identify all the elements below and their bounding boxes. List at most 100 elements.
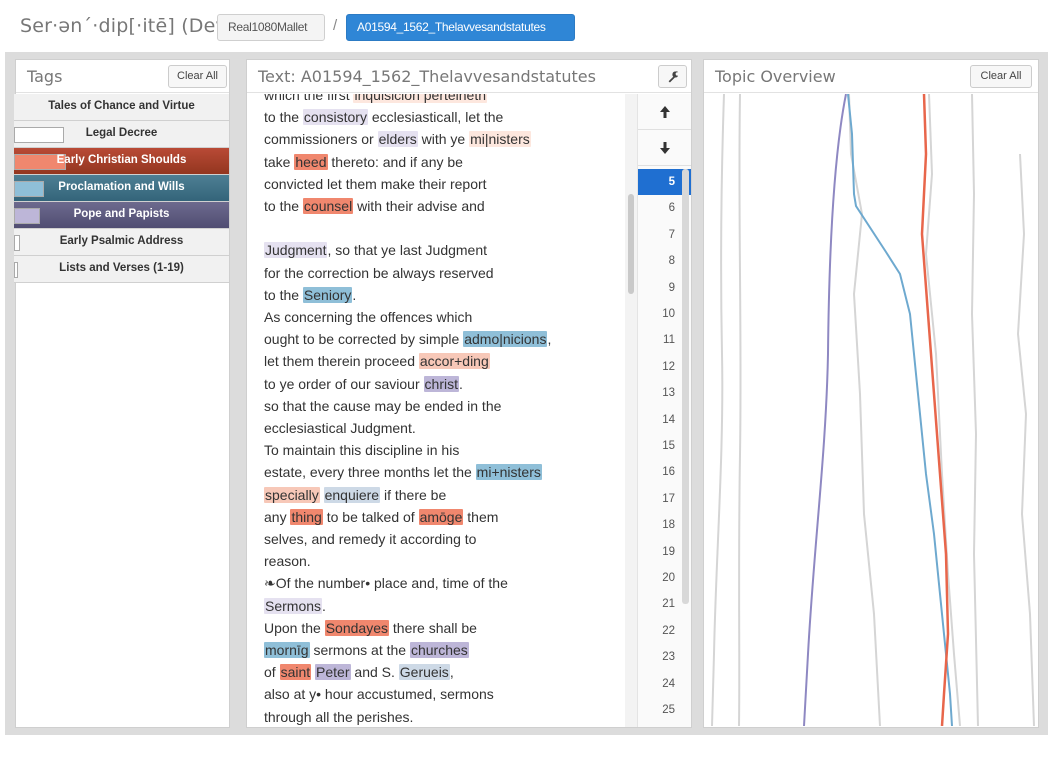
line-number[interactable]: 25 xyxy=(638,697,691,723)
text-span: sermons at the xyxy=(309,642,410,658)
workspace: Tags Clear All Tales of Chance and Virtu… xyxy=(5,52,1048,735)
text-span: . xyxy=(322,597,326,614)
text-settings-button[interactable] xyxy=(658,65,687,88)
highlighted-token[interactable]: admo|nicions xyxy=(463,331,548,348)
tags-panel-header: Tags Clear All xyxy=(16,60,229,93)
breadcrumb-corpus-button[interactable]: Real1080Mallet xyxy=(217,14,325,41)
highlighted-token[interactable]: mi+nisters xyxy=(475,464,542,481)
highlighted-token[interactable]: Sermons xyxy=(264,597,323,614)
topic-overview-chart[interactable] xyxy=(704,94,1038,726)
text-line: mornīg sermons at the churches xyxy=(264,639,469,661)
tag-item[interactable]: Lists and Verses (1-19) xyxy=(14,256,229,283)
tags-panel-title: Tags xyxy=(27,67,63,86)
highlighted-token[interactable]: Gerueis xyxy=(398,664,450,681)
tag-label: Proclamation and Wills xyxy=(58,181,185,193)
text-scrollbar[interactable] xyxy=(625,94,637,727)
tags-clear-all-button[interactable]: Clear All xyxy=(168,65,227,88)
line-number[interactable]: 22 xyxy=(638,618,691,644)
text-span: As concerning the offences which xyxy=(264,309,473,325)
text-span: if there be xyxy=(380,486,447,503)
tag-item[interactable]: Early Psalmic Address xyxy=(14,229,229,256)
scroll-up-button[interactable] xyxy=(638,94,691,130)
highlighted-token[interactable]: counsel xyxy=(302,198,354,214)
line-number[interactable]: 23 xyxy=(638,644,691,670)
text-span: To maintain this discipline in his xyxy=(264,442,460,459)
text-line: convicted let them make their report xyxy=(264,173,487,195)
text-span: and S. xyxy=(350,664,399,681)
highlighted-token[interactable]: churches xyxy=(409,642,469,658)
text-line: so that the cause may be ended in the xyxy=(264,395,501,417)
highlighted-token[interactable]: specially xyxy=(264,486,320,503)
highlighted-token[interactable]: elders xyxy=(377,131,418,148)
wrench-icon xyxy=(668,71,679,83)
text-span: any xyxy=(264,508,291,525)
tag-item[interactable]: Tales of Chance and Virtue xyxy=(14,94,229,121)
text-line: take heed thereto: and if any be xyxy=(264,151,463,173)
text-span: ecclesiasticall, let the xyxy=(367,109,504,126)
text-span: take xyxy=(264,153,295,170)
text-line: ecclesiastical Judgment. xyxy=(264,417,416,439)
grey-topic-line-2 xyxy=(738,94,742,726)
text-span: let them therein proceed xyxy=(264,353,419,370)
highlighted-token[interactable]: mornīg xyxy=(264,642,310,658)
grey-topic-line-6 xyxy=(970,94,979,726)
text-line: for the correction be always reserved xyxy=(264,262,494,284)
purple-topic-line xyxy=(803,94,847,726)
topic-clear-all-button[interactable]: Clear All xyxy=(970,65,1032,88)
tag-label: Early Christian Shoulds xyxy=(56,154,187,166)
highlighted-token[interactable]: enquiere xyxy=(323,486,381,503)
text-line: reason. xyxy=(264,550,311,572)
text-span: of xyxy=(264,664,280,681)
text-line: any thing to be talked of amōge them xyxy=(264,506,498,528)
scroll-down-button[interactable] xyxy=(638,130,691,166)
highlighted-token[interactable]: accor+ding xyxy=(418,353,490,370)
text-scrollbar-thumb[interactable] xyxy=(628,194,634,294)
breadcrumb-document-button[interactable]: A01594_1562_Thelavvesandstatutes xyxy=(346,14,575,41)
line-number[interactable]: 24 xyxy=(638,671,691,697)
text-span xyxy=(320,487,324,503)
text-span: which the first xyxy=(264,94,354,103)
highlighted-token[interactable]: Seniory xyxy=(302,286,353,303)
highlighted-token[interactable]: christ xyxy=(423,375,459,392)
text-line: also at y• hour accustumed, sermons xyxy=(264,683,494,705)
gutter-scrollbar[interactable] xyxy=(682,169,689,604)
tag-label: Pope and Papists xyxy=(73,208,170,220)
highlighted-token[interactable]: heed xyxy=(294,153,328,170)
text-span: reason. xyxy=(264,553,311,570)
text-span: to be talked of xyxy=(322,508,419,525)
grey-topic-line-5 xyxy=(1016,153,1035,726)
highlighted-token[interactable]: saint xyxy=(279,664,312,681)
text-span: to the xyxy=(264,198,303,214)
text-span: ecclesiastical Judgment. xyxy=(264,420,416,436)
text-span: . xyxy=(458,375,463,392)
arrow-down-icon xyxy=(659,142,670,154)
tag-item[interactable]: Early Christian Shoulds xyxy=(14,148,229,175)
tag-label: Lists and Verses (1-19) xyxy=(59,262,184,274)
text-span: so that the cause may be ended in the xyxy=(264,397,502,414)
tag-item[interactable]: Pope and Papists xyxy=(14,202,229,229)
text-line: Judgment, so that ye last Judgment xyxy=(264,239,487,261)
text-line: selves, and remedy it according to xyxy=(264,528,476,550)
text-span: with their advise and xyxy=(353,198,485,214)
highlighted-token[interactable]: consistory xyxy=(302,109,368,126)
text-line: specially enquiere if there be xyxy=(264,484,446,506)
text-line: As concerning the offences which xyxy=(264,306,472,328)
text-line: ought to be corrected by simple admo|nic… xyxy=(264,328,551,350)
arrow-up-icon xyxy=(659,106,670,118)
tag-item[interactable]: Legal Decree xyxy=(14,121,229,148)
tag-item[interactable]: Proclamation and Wills xyxy=(14,175,229,202)
text-span: convicted let them make their report xyxy=(264,175,487,192)
highlighted-token[interactable]: Judgment xyxy=(264,242,328,259)
text-span: with ye xyxy=(417,131,470,148)
highlighted-token[interactable]: amōge xyxy=(418,508,464,525)
highlighted-token[interactable]: thing xyxy=(290,508,323,525)
highlighted-token[interactable]: mi|nisters xyxy=(469,131,531,148)
text-line: to the counsel with their advise and xyxy=(264,195,485,217)
tags-panel: Tags Clear All Tales of Chance and Virtu… xyxy=(14,59,230,728)
highlighted-token[interactable]: Sondayes xyxy=(324,619,389,636)
text-panel-header: Text: A01594_1562_Thelavvesandstatutes xyxy=(247,60,691,93)
text-line: Sermons. xyxy=(264,595,326,617)
tag-label: Legal Decree xyxy=(85,127,158,139)
highlighted-token[interactable]: inquisicion perteineth xyxy=(353,94,488,103)
highlighted-token[interactable]: Peter xyxy=(315,664,351,681)
